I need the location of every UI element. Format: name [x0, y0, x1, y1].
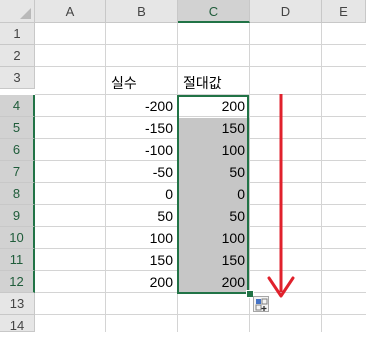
column-header-c[interactable]: C	[178, 0, 250, 23]
column-header-b[interactable]: B	[106, 0, 178, 23]
select-all-corner[interactable]	[0, 0, 35, 23]
row-header-13[interactable]: 13	[0, 293, 35, 315]
row-header-4[interactable]: 4	[0, 95, 35, 117]
row-header-9[interactable]: 9	[0, 205, 35, 227]
cell-b8[interactable]: 0	[106, 183, 178, 205]
arrow-down-icon	[267, 94, 295, 298]
gridline	[35, 44, 366, 45]
row-header-10[interactable]: 10	[0, 227, 35, 249]
cell-b10[interactable]: 100	[106, 227, 178, 249]
cell-c3[interactable]: 절대값	[178, 72, 250, 94]
row-header-12[interactable]: 12	[0, 271, 35, 293]
row-header-7[interactable]: 7	[0, 161, 35, 183]
column-header-d[interactable]: D	[250, 0, 322, 23]
cell-b12[interactable]: 200	[106, 271, 178, 293]
cell-b3[interactable]: 실수	[106, 72, 178, 94]
cell-b9[interactable]: 50	[106, 205, 178, 227]
cell-b6[interactable]: -100	[106, 139, 178, 161]
row-header-11[interactable]: 11	[0, 249, 35, 271]
cell-b7[interactable]: -50	[106, 161, 178, 183]
row-header-8[interactable]: 8	[0, 183, 35, 205]
gridline	[321, 23, 322, 332]
gridline	[35, 314, 366, 315]
row-header-5[interactable]: 5	[0, 117, 35, 139]
row-header-6[interactable]: 6	[0, 139, 35, 161]
row-header-14[interactable]: 14	[0, 315, 35, 333]
cell-b5[interactable]: -150	[106, 117, 178, 139]
row-header-3[interactable]: 3	[0, 67, 35, 89]
column-header-e[interactable]: E	[322, 0, 366, 23]
row-header-2[interactable]: 2	[0, 45, 35, 67]
cell-b4[interactable]: -200	[106, 95, 178, 117]
cell-b11[interactable]: 150	[106, 249, 178, 271]
row-header-1[interactable]: 1	[0, 23, 35, 45]
column-header-a[interactable]: A	[35, 0, 106, 23]
gridline	[35, 66, 366, 67]
selection-border	[177, 95, 249, 294]
select-all-triangle-icon	[20, 8, 31, 19]
